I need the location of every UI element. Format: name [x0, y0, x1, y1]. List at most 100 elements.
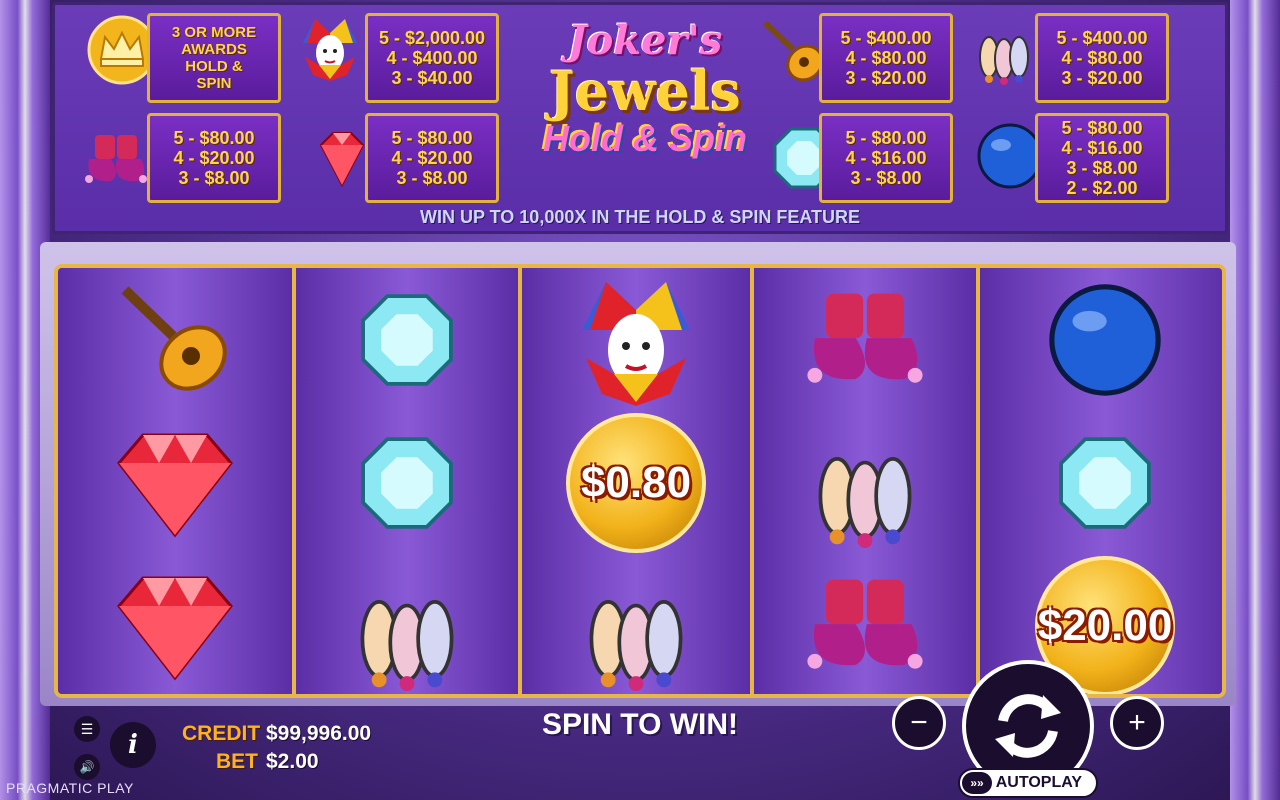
joker-icon — [303, 19, 357, 81]
pay-line: 3 - $40.00 — [391, 68, 473, 88]
brand-label: PRAGMATIC PLAY — [6, 780, 134, 796]
pay-line: 2 - $2.00 — [1066, 178, 1138, 198]
shoes-pay-box: 5 - $80.00 4 - $20.00 3 - $8.00 — [147, 113, 281, 203]
pay-line: 5 - $80.00 — [1061, 118, 1143, 138]
credit-value: $99,996.00 — [266, 722, 372, 745]
reel-cell — [980, 268, 1222, 411]
pay-line: 4 - $80.00 — [845, 48, 927, 68]
feature-tagline: WIN UP TO 10,000X IN THE HOLD & SPIN FEA… — [419, 207, 861, 227]
hamburger-icon: ☰ — [80, 720, 94, 737]
reel-cell — [296, 554, 518, 694]
reel-4 — [750, 268, 976, 694]
reel-1 — [58, 268, 292, 694]
reel-2 — [292, 268, 518, 694]
logo-jewels: Jewels — [549, 59, 741, 123]
juggling-pins-icon — [589, 599, 683, 691]
diamond-icon — [1059, 436, 1151, 529]
bet-label: BET — [216, 750, 258, 773]
reel-cell — [522, 554, 750, 694]
diamond-icon — [361, 293, 453, 386]
fast-forward-icon: »» — [962, 772, 992, 794]
pay-line: AWARDS — [181, 41, 247, 58]
reel-cell: $0.80 — [522, 411, 750, 554]
spin-message: SPIN TO WIN! — [541, 708, 739, 741]
coin-symbol: $0.80 — [566, 412, 706, 553]
pay-line: 3 - $8.00 — [178, 168, 250, 188]
logo-hold-spin: Hold & Spin — [543, 118, 747, 159]
ruby-icon — [117, 576, 233, 680]
pay-line: 5 - $400.00 — [1056, 28, 1148, 48]
autoplay-button[interactable]: »» AUTOPLAY — [958, 768, 1098, 798]
paytable: 3 OR MORE AWARDS HOLD & SPIN 5 - $2,000.… — [52, 2, 1228, 234]
pay-line: HOLD & — [185, 58, 243, 75]
pay-line: 4 - $400.00 — [386, 48, 478, 68]
info-button[interactable]: i — [110, 722, 156, 768]
increase-bet-button[interactable]: + — [1110, 696, 1164, 750]
blue-orb-icon — [1049, 283, 1161, 396]
jester-shoes-icon — [807, 293, 923, 383]
reel-cell — [58, 268, 292, 411]
reel-cell — [296, 411, 518, 554]
pay-line: 5 - $80.00 — [173, 128, 255, 148]
reel-cell — [754, 411, 976, 554]
pins-pay-box: 5 - $400.00 4 - $80.00 3 - $20.00 — [1035, 13, 1169, 103]
pay-line: 4 - $20.00 — [173, 148, 255, 168]
pay-line: 5 - $2,000.00 — [378, 28, 486, 48]
reel-cell — [754, 268, 976, 411]
plus-icon: + — [1128, 706, 1146, 739]
juggling-pins-icon — [979, 36, 1029, 85]
menu-button[interactable]: ☰ — [74, 716, 100, 742]
ruby-icon — [117, 433, 233, 537]
pay-line: 3 - $20.00 — [845, 68, 927, 88]
awards-box: 3 OR MORE AWARDS HOLD & SPIN — [147, 13, 281, 103]
spin-arrows-icon — [995, 694, 1061, 758]
coin-value: $20.00 — [1037, 600, 1173, 650]
orb-pay-box: 5 - $80.00 4 - $16.00 3 - $8.00 2 - $2.0… — [1035, 113, 1169, 203]
reel-cell — [980, 411, 1222, 554]
pay-line: 3 - $8.00 — [396, 168, 468, 188]
jester-shoes-icon — [807, 579, 923, 669]
diamond-icon — [361, 436, 453, 529]
right-pillar-decoration — [1230, 0, 1280, 800]
reel-5: $20.00 — [976, 268, 1222, 694]
pay-line: 5 - $80.00 — [391, 128, 473, 148]
jester-shoes-icon — [85, 135, 147, 183]
ruby-pay-box: 5 - $80.00 4 - $20.00 3 - $8.00 — [365, 113, 499, 203]
pay-line: 4 - $16.00 — [845, 148, 927, 168]
decrease-bet-button[interactable]: − — [892, 696, 946, 750]
logo-jokers: Joker's — [567, 17, 723, 64]
reel-cell — [58, 554, 292, 694]
juggling-pins-icon — [818, 456, 912, 548]
diamond-pay-box: 5 - $80.00 4 - $16.00 3 - $8.00 — [819, 113, 953, 203]
joker-pay-box: 5 - $2,000.00 4 - $400.00 3 - $40.00 — [365, 13, 499, 103]
autoplay-label: AUTOPLAY — [995, 774, 1082, 791]
speaker-icon: 🔊 — [79, 760, 95, 774]
info-icon: i — [128, 730, 138, 760]
game-logo: Joker's Jewels Hold & Spin — [525, 17, 765, 193]
bet-value: $2.00 — [266, 750, 319, 773]
reel-3: $0.80 — [518, 268, 750, 694]
pay-line: 4 - $20.00 — [391, 148, 473, 168]
pay-line: 3 - $20.00 — [1061, 68, 1143, 88]
pay-line: 4 - $16.00 — [1061, 138, 1143, 158]
lute-pay-box: 5 - $400.00 4 - $80.00 3 - $20.00 — [819, 13, 953, 103]
reel-cell — [58, 411, 292, 554]
pay-line: 4 - $80.00 — [1061, 48, 1143, 68]
pay-line: 5 - $80.00 — [845, 128, 927, 148]
reel-cell — [296, 268, 518, 411]
lute-icon — [121, 285, 227, 391]
reel-cell — [754, 554, 976, 694]
pay-line: 3 - $8.00 — [1066, 158, 1138, 178]
pay-line: 5 - $400.00 — [840, 28, 932, 48]
juggling-pins-icon — [360, 599, 454, 691]
joker-icon — [582, 281, 690, 406]
reel-cell — [522, 268, 750, 411]
sound-button[interactable]: 🔊 — [74, 754, 100, 780]
pay-line: SPIN — [196, 75, 232, 92]
credit-label: CREDIT — [182, 722, 261, 745]
minus-icon: − — [910, 706, 928, 739]
coin-value: $0.80 — [580, 457, 692, 507]
pay-line: 3 - $8.00 — [850, 168, 922, 188]
reel-area: $0.80 $20.00 — [54, 264, 1226, 698]
pay-line: 3 OR MORE — [171, 24, 257, 41]
